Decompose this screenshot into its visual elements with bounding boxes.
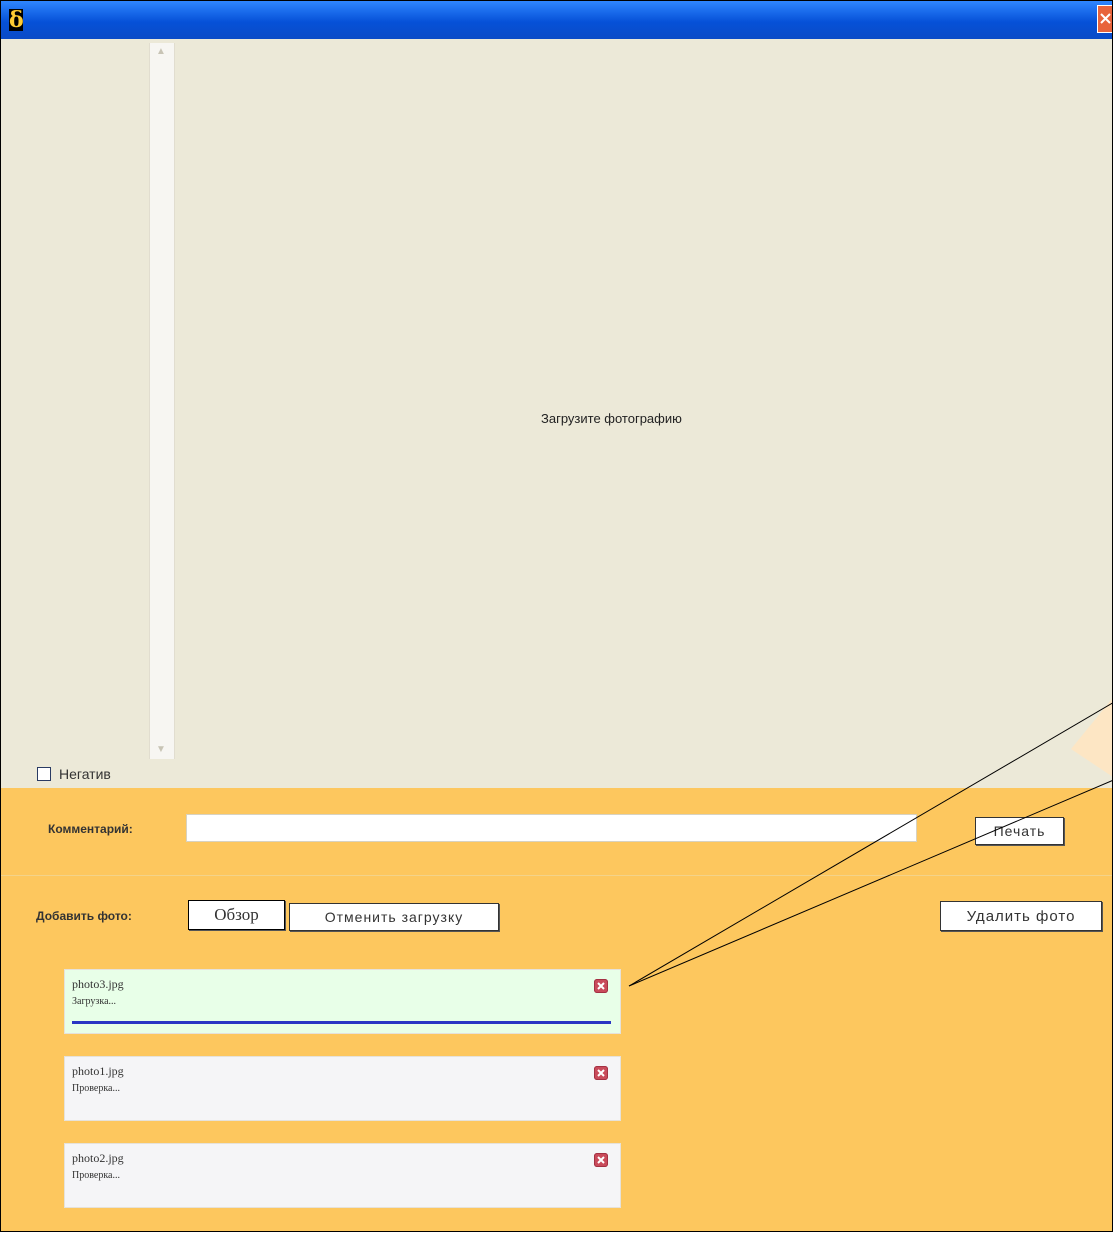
- photo-placeholder: Загрузите фотографию: [541, 411, 682, 426]
- file-name: photo1.jpg: [72, 1064, 124, 1078]
- file-status: Проверка...: [72, 1083, 120, 1094]
- close-icon: [597, 1069, 605, 1077]
- close-button[interactable]: [1097, 5, 1112, 33]
- negative-checkbox[interactable]: [37, 767, 51, 781]
- cancel-upload-button[interactable]: Отменить загрузку: [289, 903, 499, 931]
- title-bar[interactable]: δ: [1, 1, 1112, 39]
- upload-item: photo3.jpg Загрузка...: [64, 969, 621, 1034]
- upload-item: photo1.jpg Проверка...: [64, 1056, 621, 1121]
- delete-photo-button[interactable]: Удалить фото: [940, 901, 1102, 931]
- upload-window: δ ▲ ▼ Загрузите фотографию Негатив Комме…: [0, 0, 1113, 1232]
- scroll-up-icon[interactable]: ▲: [155, 47, 167, 57]
- close-icon: [597, 1156, 605, 1164]
- file-name: photo2.jpg: [72, 1151, 124, 1165]
- print-button[interactable]: Печать: [975, 817, 1064, 845]
- add-photo-label: Добавить фото:: [36, 909, 132, 923]
- remove-button[interactable]: [594, 979, 608, 993]
- comment-label: Комментарий:: [48, 822, 133, 836]
- negative-label: Негатив: [59, 766, 111, 782]
- divider: [1, 875, 1112, 876]
- comment-input[interactable]: [186, 814, 917, 842]
- file-status: Проверка...: [72, 1170, 120, 1181]
- remove-button[interactable]: [594, 1153, 608, 1167]
- upload-item: photo2.jpg Проверка...: [64, 1143, 621, 1208]
- browse-button[interactable]: Обзор: [188, 900, 285, 930]
- file-status: Загрузка...: [72, 996, 117, 1007]
- app-logo-icon: δ: [9, 9, 23, 31]
- negative-toggle[interactable]: Негатив: [37, 766, 111, 782]
- scroll-down-icon[interactable]: ▼: [155, 745, 167, 755]
- file-name: photo3.jpg: [72, 977, 124, 991]
- close-icon: [597, 982, 605, 990]
- close-icon: [1100, 13, 1111, 24]
- control-panel: Комментарий: Печать Добавить фото: Обзор…: [1, 788, 1112, 1231]
- upload-progress-bar: [72, 1021, 611, 1024]
- photo-viewer: ▲ ▼ Загрузите фотографию: [1, 39, 1112, 761]
- remove-button[interactable]: [594, 1066, 608, 1080]
- vertical-scrollbar[interactable]: ▲ ▼: [149, 43, 175, 759]
